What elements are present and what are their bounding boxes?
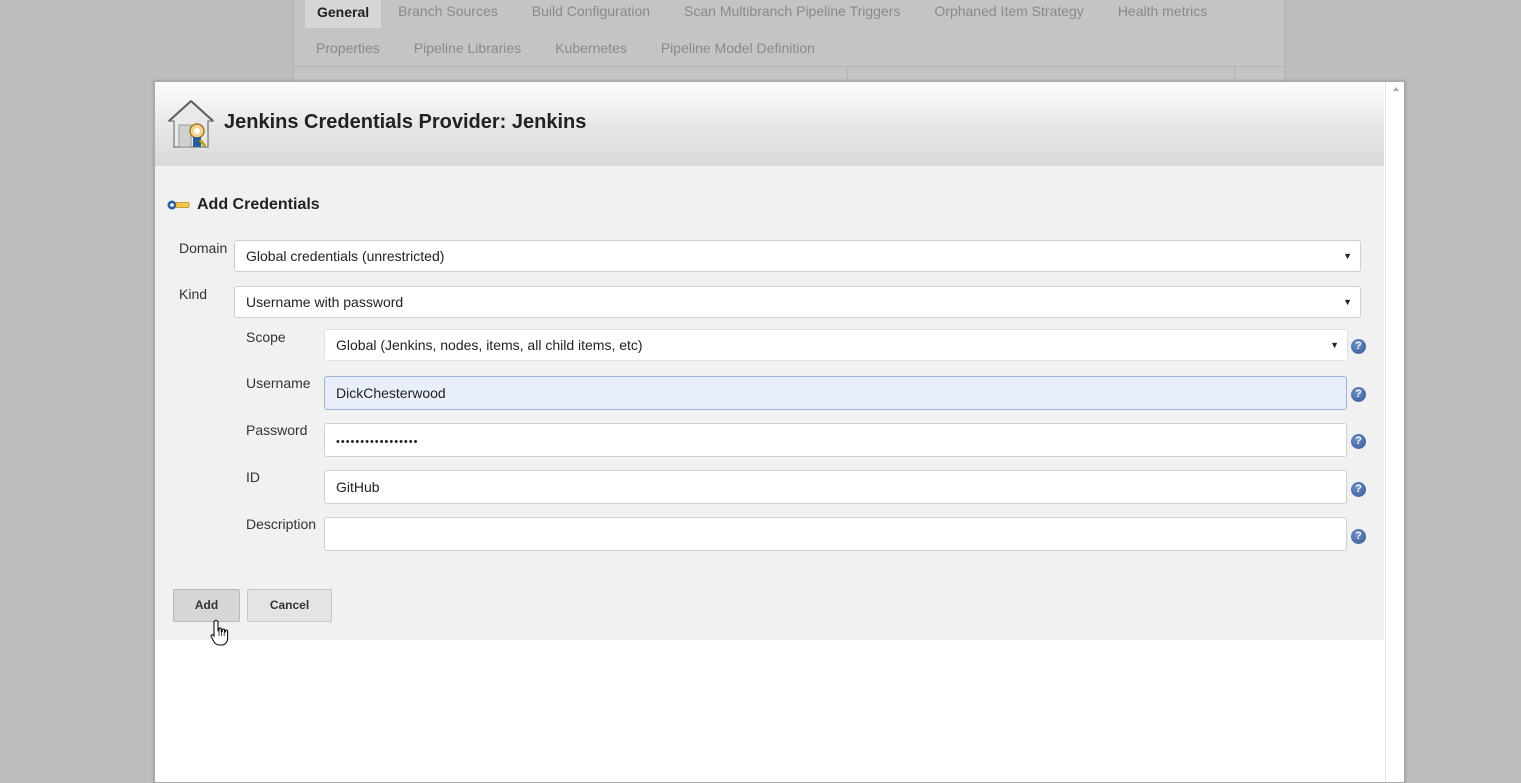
id-value: GitHub xyxy=(336,479,380,495)
username-label: Username xyxy=(246,375,311,391)
scope-label: Scope xyxy=(246,329,286,345)
section-title-text: Add Credentials xyxy=(197,196,320,213)
chevron-down-icon: ▼ xyxy=(1330,340,1339,350)
username-input[interactable]: DickChesterwood xyxy=(324,376,1347,410)
dialog-title: Jenkins Credentials Provider: Jenkins xyxy=(224,111,587,133)
tab-pipeline-libraries[interactable]: Pipeline Libraries xyxy=(397,40,538,56)
domain-value: Global credentials (unrestricted) xyxy=(246,248,445,264)
hand-cursor-icon xyxy=(210,619,229,646)
divider xyxy=(1234,66,1235,82)
tab-build-configuration[interactable]: Build Configuration xyxy=(515,3,667,19)
add-button[interactable]: Add xyxy=(173,589,240,622)
credentials-dialog: Jenkins Credentials Provider: Jenkins Ad… xyxy=(154,81,1405,783)
background-tab-panel: General Branch Sources Build Configurati… xyxy=(293,0,1285,82)
help-icon[interactable]: ? xyxy=(1351,387,1366,402)
cancel-button[interactable]: Cancel xyxy=(247,589,332,622)
help-icon[interactable]: ? xyxy=(1351,339,1366,354)
help-icon[interactable]: ? xyxy=(1351,529,1366,544)
divider xyxy=(294,66,1284,67)
key-icon xyxy=(167,200,190,210)
username-value: DickChesterwood xyxy=(336,385,446,401)
add-credentials-form: Add Credentials Domain Global credential… xyxy=(155,166,1384,640)
id-label: ID xyxy=(246,469,260,485)
scroll-up-icon[interactable] xyxy=(1393,87,1399,91)
help-icon[interactable]: ? xyxy=(1351,434,1366,449)
tab-row-1: General Branch Sources Build Configurati… xyxy=(294,0,1224,28)
kind-value: Username with password xyxy=(246,294,404,310)
password-input[interactable]: ••••••••••••••••• xyxy=(324,423,1347,457)
help-icon[interactable]: ? xyxy=(1351,482,1366,497)
kind-label: Kind xyxy=(179,286,208,302)
chevron-down-icon: ▼ xyxy=(1343,297,1352,307)
tab-properties[interactable]: Properties xyxy=(294,40,397,56)
tab-branch-sources[interactable]: Branch Sources xyxy=(381,3,515,19)
tab-pipeline-model-definition[interactable]: Pipeline Model Definition xyxy=(644,40,832,56)
password-value: ••••••••••••••••• xyxy=(336,436,419,448)
tab-row-2: Properties Pipeline Libraries Kubernetes… xyxy=(294,31,832,65)
scope-select[interactable]: Global (Jenkins, nodes, items, all child… xyxy=(324,329,1348,361)
jenkins-credentials-house-icon xyxy=(167,99,215,148)
kind-select[interactable]: Username with password ▼ xyxy=(234,286,1361,318)
dialog-header: Jenkins Credentials Provider: Jenkins xyxy=(155,82,1384,166)
section-title: Add Credentials xyxy=(167,196,320,214)
description-input[interactable] xyxy=(324,517,1347,551)
scope-value: Global (Jenkins, nodes, items, all child… xyxy=(336,337,643,353)
tab-orphaned-item-strategy[interactable]: Orphaned Item Strategy xyxy=(917,3,1100,19)
tab-general[interactable]: General xyxy=(305,0,382,28)
description-label: Description xyxy=(246,516,317,532)
tab-kubernetes[interactable]: Kubernetes xyxy=(538,40,644,56)
tab-health-metrics[interactable]: Health metrics xyxy=(1101,3,1224,19)
chevron-down-icon: ▼ xyxy=(1343,251,1352,261)
tab-scan-triggers[interactable]: Scan Multibranch Pipeline Triggers xyxy=(667,3,917,19)
divider xyxy=(847,66,848,82)
id-input[interactable]: GitHub xyxy=(324,470,1347,504)
domain-label: Domain xyxy=(179,240,228,256)
domain-select[interactable]: Global credentials (unrestricted) ▼ xyxy=(234,240,1361,272)
dialog-scrollbar[interactable] xyxy=(1385,82,1404,782)
password-label: Password xyxy=(246,422,308,438)
